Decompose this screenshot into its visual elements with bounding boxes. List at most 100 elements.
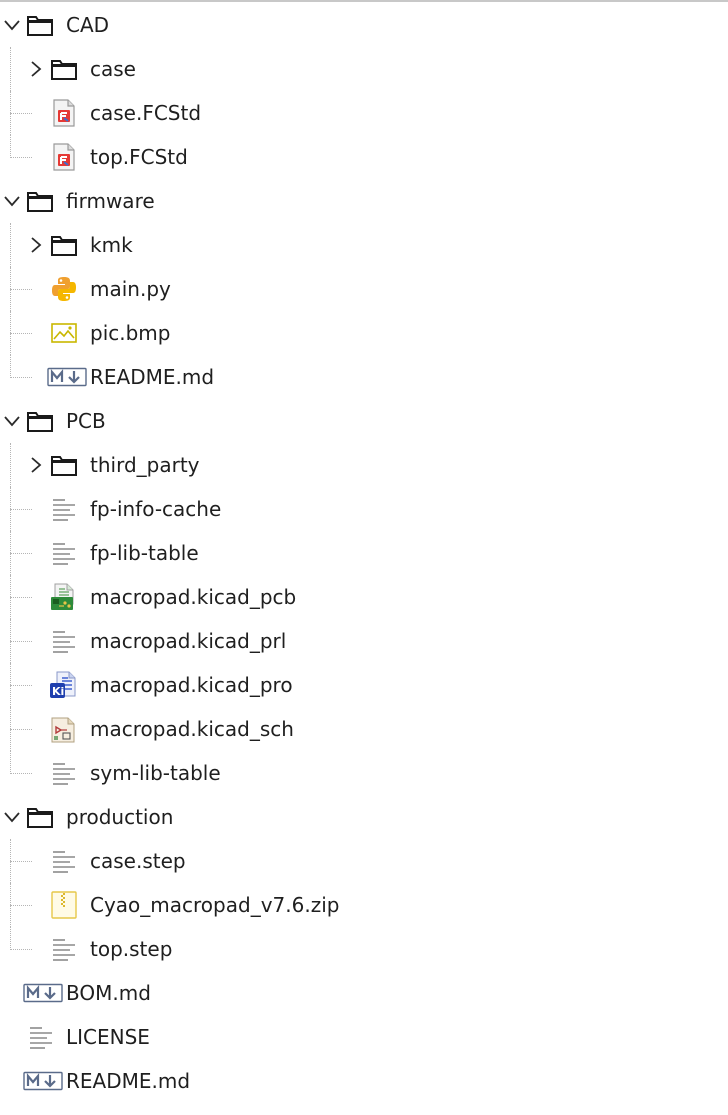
svg-text:Ki: Ki — [52, 685, 64, 698]
file-row[interactable]: top.step — [0, 927, 728, 971]
folder-icon — [25, 10, 55, 40]
freecad-file-icon — [49, 98, 79, 128]
tree-item-label: fp-info-cache — [90, 497, 222, 521]
image-file-icon — [49, 318, 79, 348]
tree-guide-branch — [10, 113, 32, 114]
tree-item-label: sym-lib-table — [90, 761, 221, 785]
tree-item-label: BOM.md — [66, 981, 151, 1005]
tree-guide-branch — [10, 509, 32, 510]
folder-row[interactable]: CAD — [0, 3, 728, 47]
file-row[interactable]: LICENSE — [0, 1015, 728, 1059]
tree-guide-line — [10, 223, 11, 267]
folder-icon — [49, 230, 79, 260]
file-row[interactable]: top.FCStd — [0, 135, 728, 179]
folder-row[interactable]: firmware — [0, 179, 728, 223]
file-row[interactable]: Cyao_macropad_v7.6.zip — [0, 883, 728, 927]
tree-guide-line — [10, 135, 11, 158]
tree-guide-branch — [10, 905, 32, 906]
tree-item-label: case.step — [90, 849, 186, 873]
freecad-file-icon — [49, 142, 79, 172]
python-file-icon — [49, 274, 79, 304]
folder-row[interactable]: third_party — [0, 443, 728, 487]
text-file-icon — [49, 758, 79, 788]
text-file-icon — [26, 1022, 56, 1052]
kicad-project-file-icon: Ki — [49, 670, 79, 700]
file-row[interactable]: README.md — [0, 1059, 728, 1103]
tree-guide-branch — [10, 729, 32, 730]
tree-item-label: LICENSE — [66, 1025, 150, 1049]
kicad-schematic-file-icon — [49, 714, 79, 744]
file-row[interactable]: BOM.md — [0, 971, 728, 1015]
tree-guide-line — [10, 927, 11, 950]
tree-item-label: Cyao_macropad_v7.6.zip — [90, 893, 340, 917]
tree-guide-branch — [10, 773, 32, 774]
folder-icon — [25, 406, 55, 436]
chevron-down-icon[interactable] — [0, 13, 24, 37]
chevron-right-icon[interactable] — [24, 453, 48, 477]
file-row[interactable]: macropad.kicad_pcb — [0, 575, 728, 619]
file-row[interactable]: README.md — [0, 355, 728, 399]
chevron-down-icon[interactable] — [0, 805, 24, 829]
file-row[interactable]: pic.bmp — [0, 311, 728, 355]
file-row[interactable]: case.FCStd — [0, 91, 728, 135]
tree-item-label: README.md — [90, 365, 215, 389]
tree-item-label: firmware — [66, 189, 155, 213]
tree-guide-branch — [10, 949, 32, 950]
tree-item-label: fp-lib-table — [90, 541, 199, 565]
markdown-file-icon — [46, 362, 88, 392]
tree-guide-branch — [10, 641, 32, 642]
folder-icon — [25, 802, 55, 832]
tree-item-label: kmk — [90, 233, 133, 257]
tree-item-label: README.md — [66, 1069, 191, 1093]
chevron-right-icon[interactable] — [24, 233, 48, 257]
text-file-icon — [49, 626, 79, 656]
markdown-file-icon — [22, 978, 64, 1008]
tree-item-label: top.FCStd — [90, 145, 188, 169]
folder-row[interactable]: PCB — [0, 399, 728, 443]
folder-icon — [25, 186, 55, 216]
top-border — [0, 0, 728, 2]
tree-item-label: production — [66, 805, 174, 829]
zip-file-icon — [49, 890, 79, 920]
tree-item-label: macropad.kicad_sch — [90, 717, 294, 741]
tree-guide-branch — [10, 685, 32, 686]
tree-item-label: pic.bmp — [90, 321, 171, 345]
text-file-icon — [49, 846, 79, 876]
chevron-down-icon[interactable] — [0, 409, 24, 433]
file-row[interactable]: fp-info-cache — [0, 487, 728, 531]
file-row[interactable]: case.step — [0, 839, 728, 883]
tree-guide-line — [10, 355, 11, 378]
tree-guide-line — [10, 47, 11, 91]
tree-item-label: case.FCStd — [90, 101, 202, 125]
folder-icon — [49, 54, 79, 84]
tree-guide-branch — [10, 333, 32, 334]
text-file-icon — [49, 538, 79, 568]
file-row[interactable]: fp-lib-table — [0, 531, 728, 575]
file-row[interactable]: main.py — [0, 267, 728, 311]
chevron-right-icon[interactable] — [24, 57, 48, 81]
file-row[interactable]: macropad.kicad_sch — [0, 707, 728, 751]
tree-item-label: main.py — [90, 277, 171, 301]
text-file-icon — [49, 934, 79, 964]
tree-item-label: macropad.kicad_pcb — [90, 585, 297, 609]
file-row[interactable]: Ki macropad.kicad_pro — [0, 663, 728, 707]
tree-item-label: third_party — [90, 453, 200, 477]
folder-icon — [49, 450, 79, 480]
tree-item-label: case — [90, 57, 136, 81]
tree-guide-line — [10, 443, 11, 487]
folder-row[interactable]: kmk — [0, 223, 728, 267]
tree-guide-branch — [10, 597, 32, 598]
tree-guide-line — [10, 751, 11, 774]
chevron-down-icon[interactable] — [0, 189, 24, 213]
kicad-pcb-file-icon — [49, 582, 79, 612]
tree-guide-branch — [10, 157, 32, 158]
file-row[interactable]: sym-lib-table — [0, 751, 728, 795]
folder-row[interactable]: production — [0, 795, 728, 839]
tree-guide-branch — [10, 861, 32, 862]
file-tree: CAD case case.FCStd top.FCStd firmware kmk mai… — [0, 3, 728, 1103]
tree-item-label: CAD — [66, 13, 110, 37]
file-row[interactable]: macropad.kicad_prl — [0, 619, 728, 663]
tree-item-label: top.step — [90, 937, 173, 961]
text-file-icon — [49, 494, 79, 524]
folder-row[interactable]: case — [0, 47, 728, 91]
